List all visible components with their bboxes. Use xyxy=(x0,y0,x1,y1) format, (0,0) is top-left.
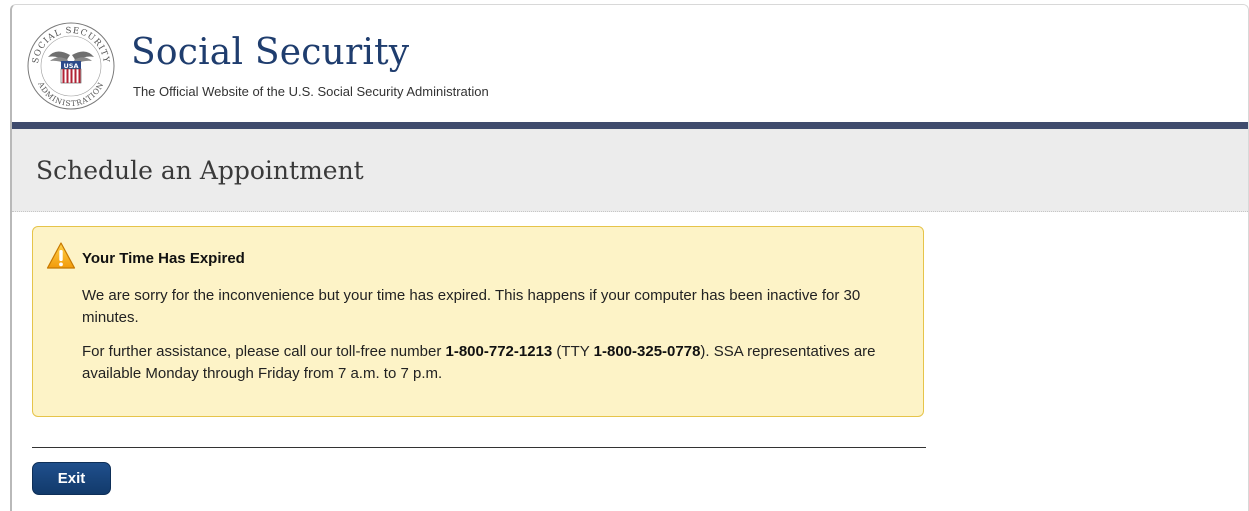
page-title-band: Schedule an Appointment xyxy=(12,129,1248,212)
warning-icon xyxy=(46,242,76,269)
tty-prefix: (TTY xyxy=(552,343,594,360)
expired-alert: Your Time Has Expired We are sorry for t… xyxy=(32,226,924,417)
page-title: Schedule an Appointment xyxy=(36,156,364,185)
tty-phone: 1-800-325-0778 xyxy=(593,343,701,360)
site-header: SOCIAL SECURITY ADMINISTRATION USA Socia… xyxy=(12,5,1248,122)
exit-button[interactable]: Exit xyxy=(32,462,111,495)
ssa-seal-icon[interactable]: SOCIAL SECURITY ADMINISTRATION USA xyxy=(26,21,116,111)
toll-free-phone: 1-800-772-1213 xyxy=(445,343,553,360)
browser-page-frame: SOCIAL SECURITY ADMINISTRATION USA Socia… xyxy=(10,4,1249,511)
assistance-text-prefix: For further assistance, please call our … xyxy=(82,343,446,360)
site-tagline: The Official Website of the U.S. Social … xyxy=(133,84,489,99)
alert-body: We are sorry for the inconvenience but y… xyxy=(82,285,912,397)
header-divider-bar xyxy=(12,122,1248,129)
content-divider xyxy=(32,447,926,448)
alert-assistance: For further assistance, please call our … xyxy=(82,341,912,385)
alert-title: Your Time Has Expired xyxy=(82,250,245,267)
alert-message: We are sorry for the inconvenience but y… xyxy=(82,287,861,326)
site-title[interactable]: Social Security xyxy=(131,29,409,77)
